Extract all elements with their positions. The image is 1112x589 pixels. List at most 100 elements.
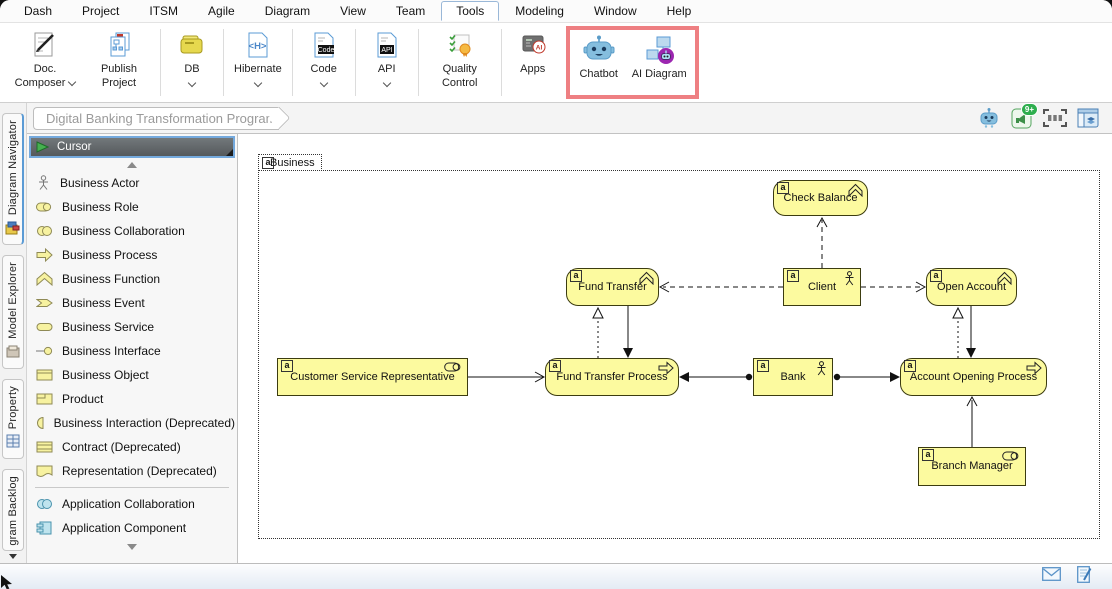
business-actor-icon xyxy=(843,271,856,286)
hibernate-label: Hibernate xyxy=(234,63,282,77)
chevron-down-icon xyxy=(319,79,327,87)
palette-item-representation[interactable]: Representation (Deprecated) xyxy=(29,459,235,483)
palette-item-business-role[interactable]: Business Role xyxy=(29,195,235,219)
cursor-corner-marker xyxy=(226,149,233,156)
node-open-account[interactable]: a Open Account xyxy=(926,268,1017,306)
api-button[interactable]: API API xyxy=(360,25,414,100)
palette-item-product[interactable]: Product xyxy=(29,387,235,411)
node-fund-transfer[interactable]: a Fund Transfer xyxy=(566,268,659,306)
publish-project-button[interactable]: Publish Project xyxy=(82,25,156,100)
palette-scroll-down[interactable] xyxy=(29,540,235,553)
ai-diagram-icon xyxy=(643,34,675,66)
chatbot-button[interactable]: Chatbot xyxy=(572,30,626,95)
palette-item-application-collaboration[interactable]: Application Collaboration xyxy=(29,492,235,516)
api-icon: API xyxy=(371,29,403,61)
ai-diagram-label: AI Diagram xyxy=(632,68,687,82)
palette-item-business-actor[interactable]: Business Actor xyxy=(29,171,235,195)
diagram-canvas[interactable]: a Business xyxy=(238,133,1112,563)
apps-button[interactable]: AI Apps xyxy=(506,25,560,100)
menu-view[interactable]: View xyxy=(326,2,380,20)
palette-item-business-collaboration[interactable]: Business Collaboration xyxy=(29,219,235,243)
mouse-cursor xyxy=(0,571,14,589)
diagram-action-icons: 9+ xyxy=(977,106,1112,130)
node-bank[interactable]: a Bank xyxy=(753,358,833,396)
palette-scroll-up[interactable] xyxy=(29,158,235,171)
doc-composer-button[interactable]: Doc. Composer xyxy=(8,25,82,100)
business-collaboration-icon xyxy=(36,223,53,239)
palette-item-business-interaction[interactable]: Business Interaction (Deprecated) xyxy=(29,411,235,435)
palette-item-business-object[interactable]: Business Object xyxy=(29,363,235,387)
tab-model-explorer-label: Model Explorer xyxy=(7,262,19,339)
status-bar xyxy=(0,563,1112,589)
tab-diagram-backlog[interactable]: gram Backlog xyxy=(2,469,24,551)
announcements-icon[interactable]: 9+ xyxy=(1010,106,1034,130)
menu-modeling[interactable]: Modeling xyxy=(501,2,578,20)
chevron-down-icon xyxy=(254,79,262,87)
node-branch-manager[interactable]: a Branch Manager xyxy=(918,447,1026,486)
palette-item-business-process[interactable]: Business Process xyxy=(29,243,235,267)
svg-text:API: API xyxy=(381,47,392,54)
palette-item-business-event[interactable]: Business Event xyxy=(29,291,235,315)
svg-text:<H>: <H> xyxy=(248,41,266,52)
business-actor-icon xyxy=(815,361,828,376)
menu-window[interactable]: Window xyxy=(580,2,651,20)
ai-diagram-button[interactable]: AI Diagram xyxy=(626,30,693,95)
business-service-icon xyxy=(36,319,53,335)
ai-chatbot-icon[interactable] xyxy=(977,106,1001,130)
palette-item-contract[interactable]: Contract (Deprecated) xyxy=(29,435,235,459)
code-button[interactable]: Code Code xyxy=(297,25,351,100)
toolbar-separator xyxy=(418,29,419,96)
menu-tools[interactable]: Tools xyxy=(441,1,499,21)
archimate-a-badge: a xyxy=(930,270,942,282)
node-account-opening-process[interactable]: a Account Opening Process xyxy=(900,358,1047,396)
toolbar-highlight-box: Chatbot AI Diagram xyxy=(566,26,699,99)
tab-property[interactable]: Property xyxy=(2,379,24,459)
node-client[interactable]: a Client xyxy=(783,268,861,306)
fit-frame-icon[interactable] xyxy=(1043,106,1067,130)
application-collaboration-icon xyxy=(36,496,53,512)
db-label: DB xyxy=(184,63,199,77)
menu-diagram[interactable]: Diagram xyxy=(251,2,324,20)
cursor-tool-label: Cursor xyxy=(57,141,92,153)
menu-bar: Dash Project ITSM Agile Diagram View Tea… xyxy=(0,0,1112,22)
chevron-down-icon xyxy=(382,79,390,87)
breadcrumb-title: Digital Banking Transformation Program xyxy=(46,111,277,126)
hibernate-button[interactable]: <H> Hibernate xyxy=(228,25,288,100)
menu-dash[interactable]: Dash xyxy=(10,2,66,20)
apps-label: Apps xyxy=(520,63,545,77)
toolbar-separator xyxy=(223,29,224,96)
cursor-tool[interactable]: Cursor xyxy=(29,136,235,158)
main-area: Diagram Navigator Model Explorer Propert… xyxy=(0,103,1112,563)
menu-itsm[interactable]: ITSM xyxy=(135,2,192,20)
db-icon xyxy=(176,29,208,61)
application-component-icon xyxy=(36,520,53,536)
log-document-icon[interactable] xyxy=(1077,566,1092,588)
menu-agile[interactable]: Agile xyxy=(194,2,249,20)
breadcrumb[interactable]: Digital Banking Transformation Program xyxy=(33,107,279,130)
menu-project[interactable]: Project xyxy=(68,2,133,20)
tab-strip-overflow-arrow[interactable] xyxy=(9,554,17,559)
palette-item-application-component[interactable]: Application Component xyxy=(29,516,235,540)
menu-team[interactable]: Team xyxy=(382,2,439,20)
quality-control-button[interactable]: Quality Control xyxy=(423,25,497,100)
palette-item-business-interface[interactable]: Business Interface xyxy=(29,339,235,363)
db-button[interactable]: DB xyxy=(165,25,219,100)
palette-item-business-function[interactable]: Business Function xyxy=(29,267,235,291)
node-fund-transfer-process[interactable]: a Fund Transfer Process xyxy=(545,358,679,396)
business-event-icon xyxy=(36,295,53,311)
business-group-label[interactable]: a Business xyxy=(258,154,322,171)
messages-icon[interactable] xyxy=(1042,567,1061,586)
palette-item-business-service[interactable]: Business Service xyxy=(29,315,235,339)
node-customer-service-representative[interactable]: a Customer Service Representative xyxy=(277,358,468,396)
business-function-icon xyxy=(639,271,654,285)
menu-help[interactable]: Help xyxy=(653,2,706,20)
publish-project-label: Publish Project xyxy=(88,63,150,91)
business-function-icon xyxy=(36,271,53,287)
tab-diagram-navigator[interactable]: Diagram Navigator xyxy=(2,113,24,245)
diagram-panel-icon[interactable] xyxy=(1076,106,1100,130)
archimate-a-badge: a xyxy=(904,360,916,372)
tab-property-label: Property xyxy=(7,386,19,429)
tab-model-explorer[interactable]: Model Explorer xyxy=(2,255,24,369)
node-check-balance[interactable]: a Check Balance xyxy=(773,180,868,216)
tab-diagram-navigator-label: Diagram Navigator xyxy=(7,120,19,215)
